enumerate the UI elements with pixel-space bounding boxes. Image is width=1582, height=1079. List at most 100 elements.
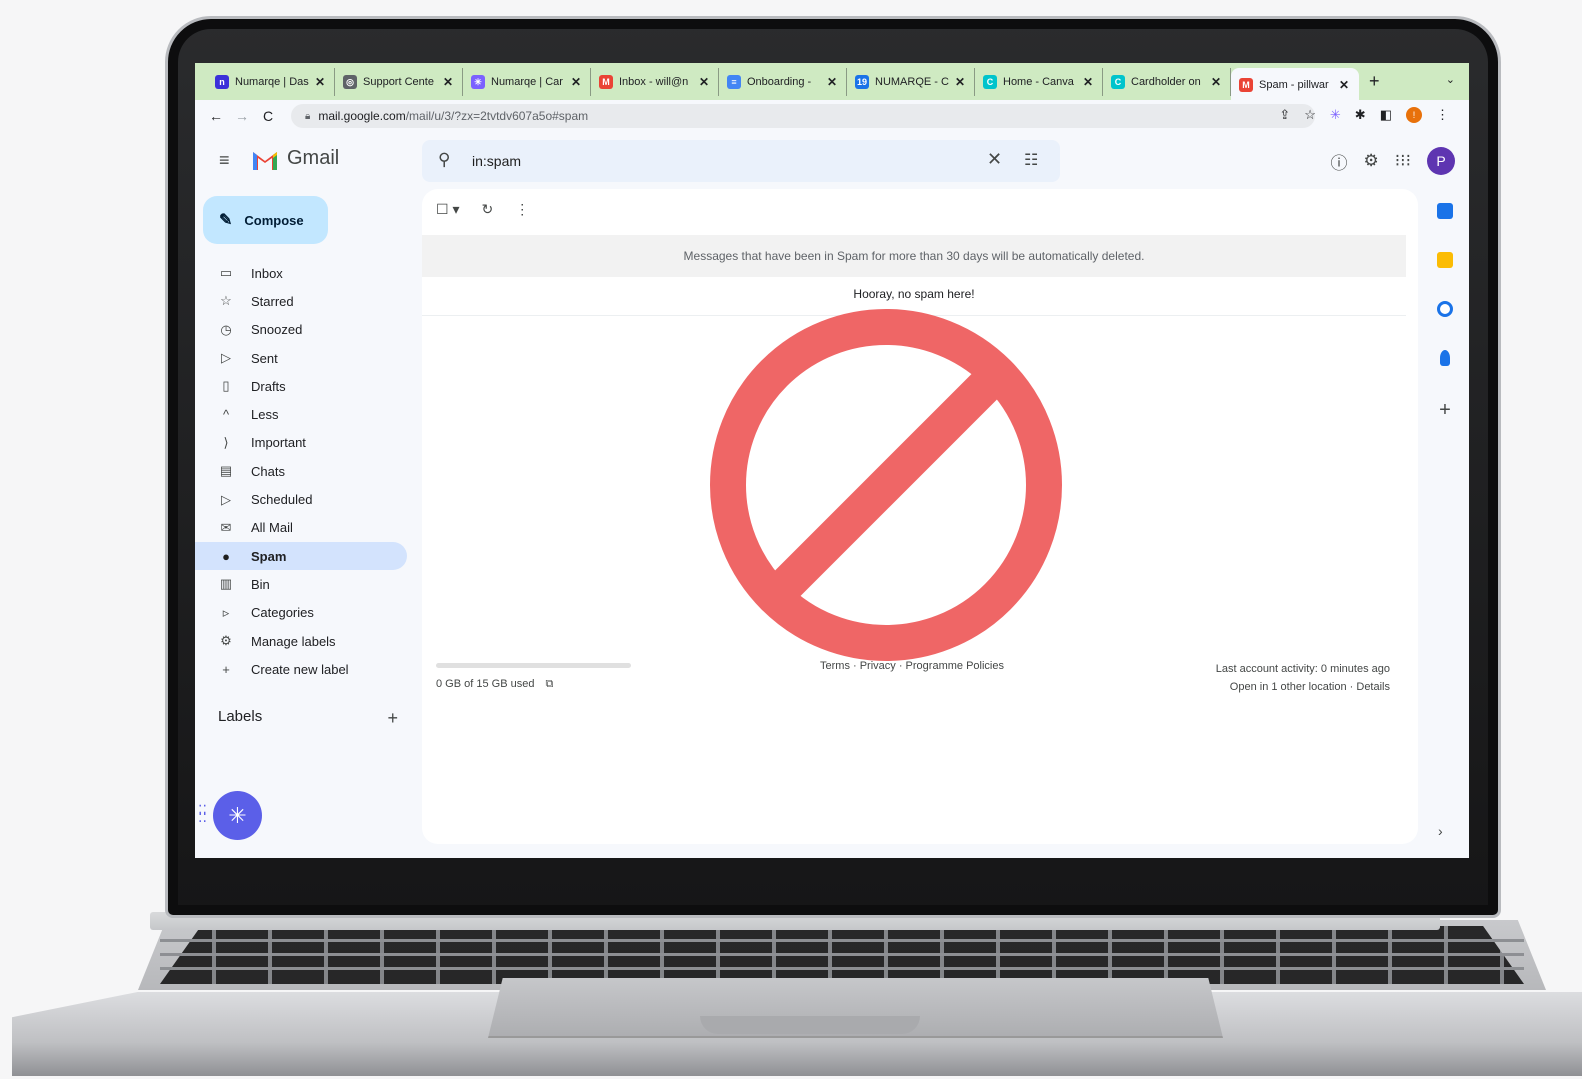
close-tab-icon[interactable]: ✕ (955, 75, 965, 89)
sidebar-item-starred[interactable]: ☆ Starred (195, 287, 407, 315)
sidebar-item-drafts[interactable]: ▯ Drafts (195, 372, 407, 400)
select-all-checkbox[interactable]: ☐ ▾ (436, 201, 459, 218)
keep-icon[interactable] (1437, 252, 1453, 268)
sidebar-item-sent[interactable]: ▷ Sent (195, 344, 407, 372)
help-icon[interactable]: ⓘ (1331, 149, 1348, 174)
url-input[interactable]: 🔒︎ mail.google.com /mail/u/3/?zx=2tvtdv6… (291, 104, 1315, 128)
sidebar-item-spam[interactable]: ● Spam (195, 541, 407, 571)
sidebar-item-label: Starred (251, 293, 294, 309)
search-icon[interactable]: ⚲ (438, 150, 450, 170)
spam-info-banner: Messages that have been in Spam for more… (422, 235, 1406, 277)
browser-tab[interactable]: 19 NUMARQE - C ✕ (847, 67, 975, 96)
scheduled-icon: ▷ (221, 491, 231, 507)
sidebar-item-all-mail[interactable]: ✉ All Mail (195, 514, 407, 542)
close-tab-icon[interactable]: ✕ (1083, 75, 1093, 89)
tab-title: Inbox - will@n (619, 75, 689, 88)
reload-icon[interactable]: C (255, 108, 281, 124)
plus-icon: + (222, 661, 230, 677)
draft-icon: ▯ (222, 378, 230, 394)
sidebar-item-categories[interactable]: ▹ Categories (195, 599, 407, 627)
browser-tab[interactable]: C Home - Canva ✕ (975, 67, 1103, 96)
other-location-link[interactable]: Open in 1 other location · Details (1216, 678, 1390, 696)
gmail-logo[interactable]: Gmail (251, 147, 339, 170)
sidebar-item-snoozed[interactable]: ◷ Snoozed (195, 316, 407, 344)
sidebar-item-inbox[interactable]: ▭ Inbox (195, 259, 407, 287)
apps-grid-icon[interactable]: ⁝⁝⁝ (1395, 151, 1411, 171)
search-options-icon[interactable]: ☷ (1024, 150, 1038, 170)
mail-search-bar[interactable]: ⚲ in:spam ✕ ☷ (422, 140, 1060, 182)
browser-menu-icon[interactable]: ⋮ (1436, 107, 1449, 123)
compose-button[interactable]: ✎ Compose (203, 196, 328, 244)
browser-tab[interactable]: C Cardholder on ✕ (1103, 67, 1231, 96)
clear-search-icon[interactable]: ✕ (987, 149, 1002, 170)
settings-gear-icon[interactable]: ⚙ (1364, 151, 1379, 171)
share-icon[interactable]: ⇪ (1279, 107, 1290, 123)
show-side-panel-chevron-icon[interactable]: › (1438, 823, 1443, 839)
sidebar-item-create-new-label[interactable]: + Create new label (195, 655, 407, 683)
url-host: mail.google.com (318, 109, 406, 123)
side-panel-icon[interactable]: ◧ (1380, 107, 1392, 123)
browser-tab[interactable]: n Numarqe | Das ✕ (207, 67, 335, 96)
get-addons-icon[interactable]: + (1431, 399, 1459, 422)
new-tab-icon[interactable]: + (1369, 71, 1380, 92)
sidebar-item-scheduled[interactable]: ▷ Scheduled (195, 485, 407, 513)
mailbox-nav: ▭ Inbox ☆ Starred ◷ Snoozed ▷ Sent ▯ Drafts ^ Less ⟩… (195, 259, 407, 683)
browser-tab[interactable]: ✳ Numarqe | Car ✕ (463, 67, 591, 96)
close-tab-icon[interactable]: ✕ (571, 75, 581, 89)
external-link-icon[interactable]: ⧉ (546, 678, 554, 690)
drag-handle-icon[interactable]: ⁚⁚ ⁚⁚ (198, 803, 210, 824)
sidebar-item-bin[interactable]: ▥ Bin (195, 570, 407, 598)
sidebar-item-label: All Mail (251, 520, 293, 536)
search-input[interactable]: in:spam (472, 153, 521, 169)
add-label-icon[interactable]: + (387, 708, 398, 729)
keyboard-row-gap (160, 953, 1524, 956)
close-tab-icon[interactable]: ✕ (443, 75, 453, 89)
tab-favicon-icon: C (983, 74, 997, 89)
account-avatar[interactable]: P (1427, 147, 1455, 175)
close-tab-icon[interactable]: ✕ (1211, 75, 1221, 89)
labels-heading: Labels (218, 708, 263, 725)
bookmark-star-icon[interactable]: ☆ (1304, 107, 1316, 123)
tab-favicon-icon: M (599, 74, 613, 89)
forward-icon[interactable]: → (229, 108, 255, 124)
browser-profile-avatar[interactable]: ! (1406, 107, 1422, 123)
browser-tab[interactable]: ≡ Onboarding - ✕ (719, 67, 847, 96)
extension-numarqe-icon[interactable]: ✳ (1330, 107, 1341, 123)
tab-favicon-icon: ◎ (343, 74, 357, 89)
labels-section-header: Labels + (218, 708, 398, 729)
tab-title: Numarqe | Das (235, 75, 309, 88)
lock-icon: 🔒︎ (305, 110, 311, 122)
browser-tab[interactable]: M Inbox - will@n ✕ (591, 67, 719, 96)
star-icon: ☆ (220, 293, 232, 309)
sidebar-item-label: Spam (251, 548, 287, 564)
main-menu-icon[interactable]: ≡ (219, 150, 230, 171)
tab-search-chevron-icon[interactable]: ⌄ (1446, 73, 1455, 86)
refresh-icon[interactable]: ↻ (481, 201, 493, 218)
numarqe-logo-icon: ✳ (228, 803, 247, 828)
close-tab-icon[interactable]: ✕ (315, 75, 325, 89)
contacts-icon[interactable] (1440, 350, 1450, 366)
sidebar-item-label: Important (251, 435, 306, 451)
close-tab-icon[interactable]: ✕ (1339, 78, 1349, 92)
sidebar-item-important[interactable]: ⟩ Important (195, 429, 407, 457)
laptop-scene: n Numarqe | Das ✕ ◎ Support Cente ✕ ✳ Nu… (0, 0, 1582, 1079)
sidebar-item-chats[interactable]: ▤ Chats (195, 457, 407, 485)
more-options-icon[interactable]: ⋮ (515, 201, 529, 218)
sidebar-item-label: Chats (251, 463, 285, 479)
important-icon: ⟩ (223, 434, 229, 450)
sidebar-item-label: Scheduled (251, 492, 313, 508)
sidebar-item-less[interactable]: ^ Less (195, 400, 407, 428)
list-toolbar: ☐ ▾ ↻ ⋮ (436, 201, 529, 218)
browser-tab-active[interactable]: M Spam - pillwar ✕ (1231, 67, 1359, 102)
calendar-icon[interactable] (1437, 203, 1453, 219)
footer-links[interactable]: Terms · Privacy · Programme Policies (802, 660, 1022, 672)
tab-favicon-icon: C (1111, 74, 1125, 89)
close-tab-icon[interactable]: ✕ (827, 75, 837, 89)
close-tab-icon[interactable]: ✕ (699, 75, 709, 89)
back-icon[interactable]: ← (203, 108, 229, 124)
browser-tab[interactable]: ◎ Support Cente ✕ (335, 67, 463, 96)
extensions-puzzle-icon[interactable]: ✱ (1355, 107, 1366, 123)
numarqe-extension-button[interactable]: ✳ (213, 791, 262, 840)
sidebar-item-manage-labels[interactable]: ⚙ Manage labels (195, 627, 407, 655)
tasks-icon[interactable] (1437, 301, 1453, 317)
